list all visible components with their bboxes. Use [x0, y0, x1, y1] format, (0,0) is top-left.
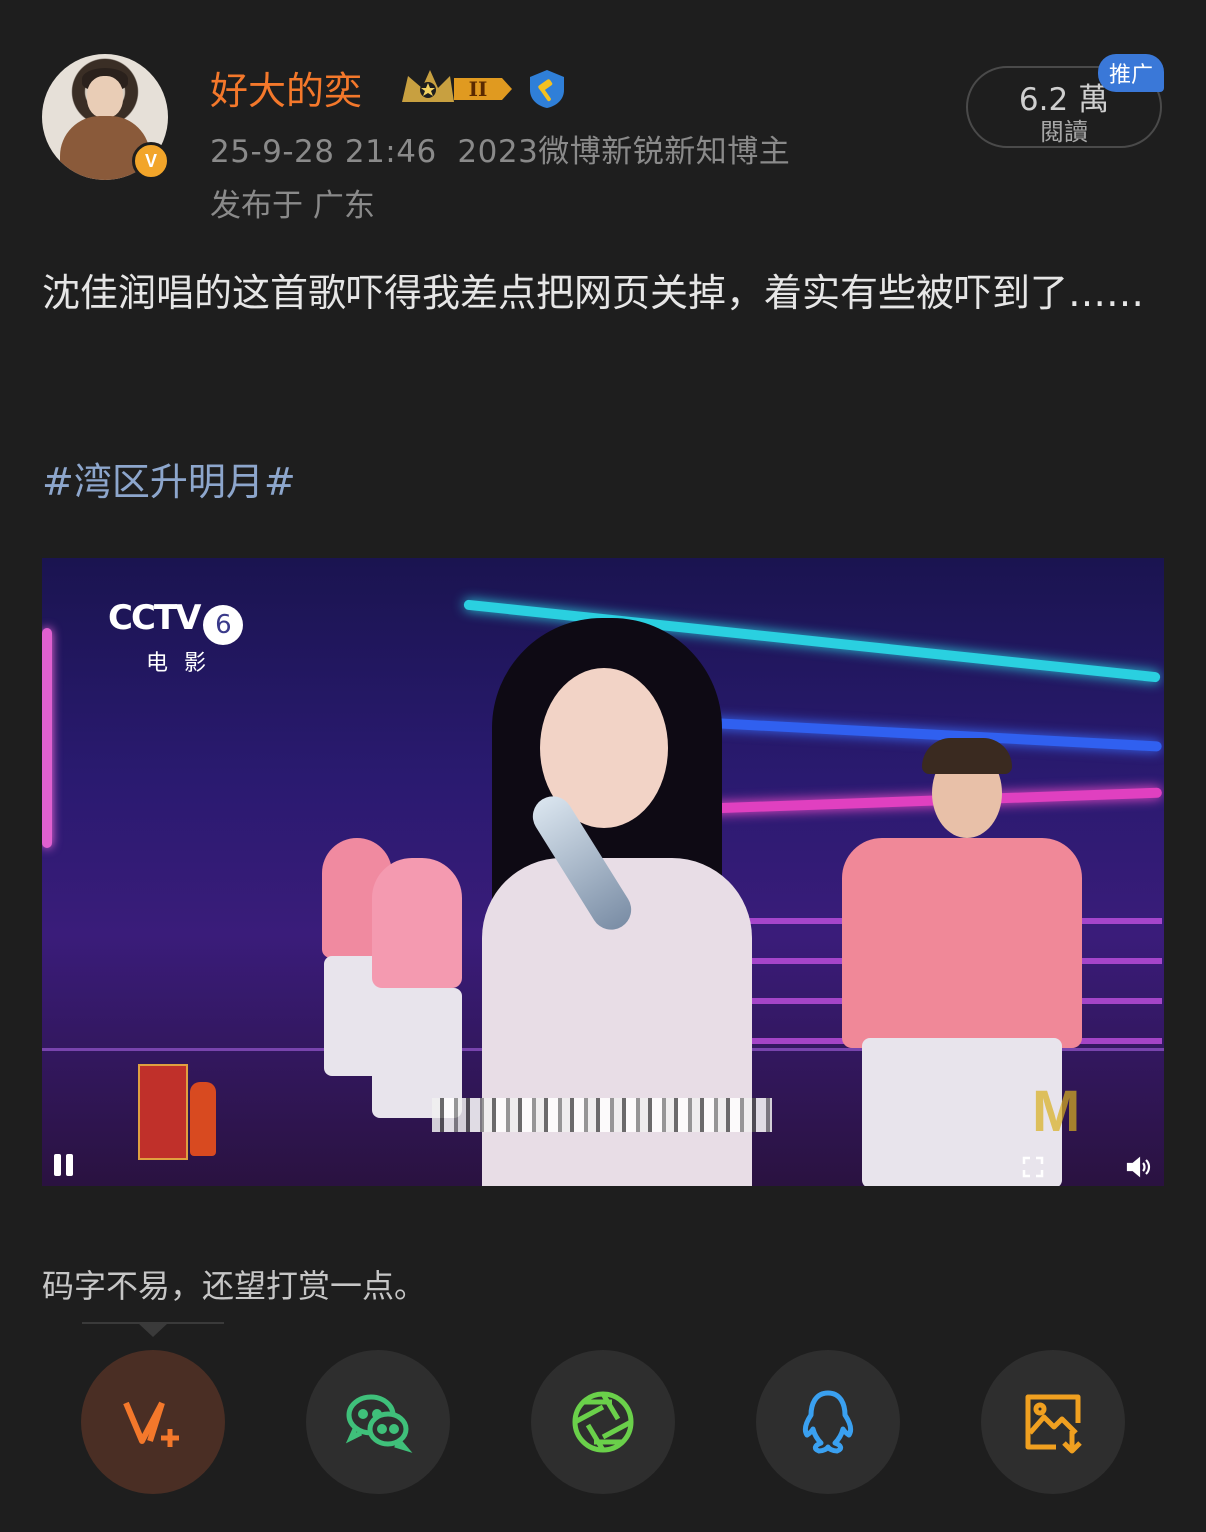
gavel-shield-icon[interactable] [526, 68, 568, 110]
product-box [138, 1064, 188, 1160]
channel-logo: CCTV 6 电影 [108, 598, 244, 677]
cctv-logo-text: CCTV [108, 598, 201, 638]
post-location: 发布于 广东 [210, 188, 375, 224]
qq-share-button[interactable] [756, 1350, 900, 1494]
author-title[interactable]: 2023微博新锐新知博主 [457, 134, 790, 170]
tip-caret [138, 1323, 168, 1337]
hashtag-link[interactable]: #湾区升明月# [42, 454, 296, 510]
channel-number: 6 [203, 604, 244, 645]
channel-name: 电影 [146, 650, 223, 676]
qq-penguin-icon [802, 1390, 854, 1454]
pause-icon[interactable] [52, 1154, 76, 1176]
post-timestamp: 25-9-28 21:46 [210, 134, 437, 170]
fullscreen-icon[interactable] [1022, 1156, 1044, 1178]
video-subtitle-blur [432, 1098, 772, 1132]
video-watermark: M [1032, 1079, 1081, 1144]
crown-level-icon[interactable]: II [398, 66, 516, 112]
post-text: 沈佳润唱的这首歌吓得我差点把网页关掉，着实有些被吓到了…… [42, 271, 1145, 315]
wechat-share-button[interactable] [306, 1350, 450, 1494]
level-badge-text: II [469, 77, 488, 101]
volume-icon[interactable] [1126, 1156, 1152, 1178]
promo-badge[interactable]: 推广 [1098, 54, 1164, 92]
moments-aperture-icon [572, 1391, 634, 1453]
author-name[interactable]: 好大的奕 [210, 64, 362, 118]
v-plus-button[interactable] [81, 1350, 225, 1494]
post-meta: 25-9-28 21:46 2023微博新锐新知博主 [210, 130, 790, 174]
tip-prompt: 码字不易，还望打赏一点。 [42, 1267, 427, 1305]
video-player[interactable]: CCTV 6 电影 M [42, 558, 1164, 1186]
wechat-icon [345, 1394, 413, 1453]
moments-share-button[interactable] [531, 1350, 675, 1494]
verified-v-badge: V [132, 142, 170, 180]
v-plus-icon [123, 1401, 179, 1447]
save-image-icon [1025, 1394, 1082, 1454]
read-label: 閱讀 [1040, 118, 1088, 146]
product-bottle [190, 1082, 216, 1156]
save-image-button[interactable] [981, 1350, 1125, 1494]
